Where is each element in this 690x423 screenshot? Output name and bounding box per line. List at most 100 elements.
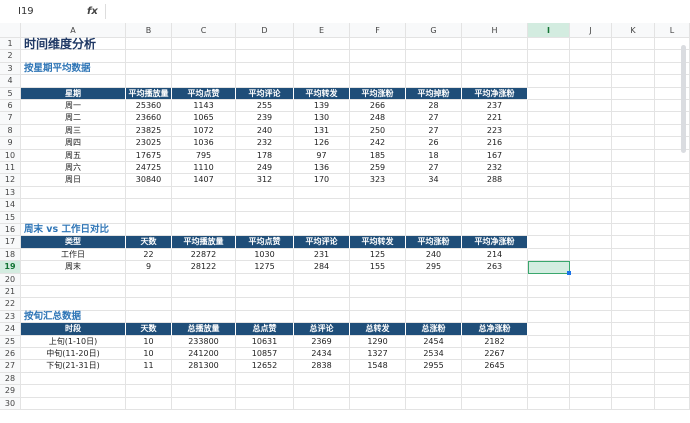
weekday-table-data-cell[interactable]: 1110 — [172, 162, 236, 175]
grid-cell[interactable] — [528, 385, 570, 398]
weekday-table-header-cell[interactable]: 平均播放量 — [126, 87, 172, 100]
row-header-10[interactable]: 10 — [0, 149, 21, 162]
row-header-18[interactable]: 18 — [0, 248, 21, 262]
grid-cell[interactable] — [462, 199, 528, 212]
weekday-table-data-cell[interactable]: 237 — [462, 100, 528, 113]
grid-cell[interactable] — [406, 211, 462, 224]
weekday-table-data-cell[interactable]: 255 — [236, 100, 294, 113]
grid-cell[interactable] — [294, 310, 350, 324]
row-header-7[interactable]: 7 — [0, 112, 21, 125]
grid-cell[interactable] — [528, 87, 570, 100]
tenday-table-data-cell[interactable]: 2838 — [294, 360, 350, 373]
weekday-table-data-cell[interactable]: 232 — [462, 162, 528, 175]
weekday-table-data-cell[interactable]: 24725 — [126, 162, 172, 175]
grid-cell[interactable] — [612, 273, 655, 286]
tenday-table-data-cell[interactable]: 11 — [126, 360, 172, 373]
weekend-table-header-cell[interactable]: 平均点赞 — [236, 236, 294, 249]
row-header-1[interactable]: 1 — [0, 38, 21, 51]
tenday-table-data-cell[interactable]: 下旬(21-31日) — [21, 360, 126, 373]
grid-cell[interactable] — [350, 273, 406, 286]
grid-cell[interactable] — [406, 75, 462, 88]
fill-handle[interactable] — [567, 270, 571, 275]
grid-cell[interactable] — [462, 50, 528, 63]
grid-cell[interactable] — [294, 372, 350, 386]
weekend-table-data-cell[interactable]: 工作日 — [21, 248, 126, 262]
grid-cell[interactable] — [655, 211, 690, 224]
column-header-k[interactable]: K — [612, 23, 655, 38]
tenday-table-data-cell[interactable]: 10631 — [236, 335, 294, 348]
grid-cell[interactable] — [126, 273, 172, 286]
grid-cell[interactable] — [570, 385, 612, 398]
grid-cell[interactable] — [462, 385, 528, 398]
grid-cell[interactable] — [350, 298, 406, 311]
grid-cell[interactable] — [236, 186, 294, 200]
weekday-table-data-cell[interactable]: 27 — [406, 124, 462, 138]
tenday-table-data-cell[interactable]: 10 — [126, 335, 172, 348]
grid-cell[interactable] — [406, 385, 462, 398]
grid-cell[interactable] — [294, 224, 350, 237]
grid-cell[interactable] — [528, 323, 570, 336]
grid-cell[interactable] — [350, 186, 406, 200]
grid-cell[interactable] — [172, 286, 236, 299]
select-all-corner[interactable] — [0, 23, 21, 38]
grid-cell[interactable] — [406, 199, 462, 212]
column-header-c[interactable]: C — [172, 23, 236, 38]
weekday-table-data-cell[interactable]: 23660 — [126, 112, 172, 125]
weekday-table-header-cell[interactable]: 平均净涨粉 — [462, 87, 528, 100]
grid-cell[interactable] — [294, 298, 350, 311]
weekday-table-data-cell[interactable]: 1065 — [172, 112, 236, 125]
grid-cell[interactable] — [612, 50, 655, 63]
weekend-table-data-cell[interactable]: 240 — [406, 248, 462, 262]
weekday-table-data-cell[interactable]: 239 — [236, 112, 294, 125]
grid-cell[interactable] — [655, 273, 690, 286]
grid-cell[interactable] — [570, 174, 612, 187]
grid-cell[interactable] — [406, 397, 462, 410]
grid-cell[interactable] — [570, 236, 612, 249]
grid-cell[interactable] — [528, 112, 570, 125]
grid-cell[interactable] — [294, 50, 350, 63]
grid-cell[interactable] — [172, 273, 236, 286]
weekend-table-data-cell[interactable]: 22872 — [172, 248, 236, 262]
grid-cell[interactable] — [570, 62, 612, 76]
grid-cell[interactable] — [528, 348, 570, 361]
weekday-table-data-cell[interactable]: 34 — [406, 174, 462, 187]
grid-cell[interactable] — [294, 286, 350, 299]
weekend-table-data-cell[interactable]: 155 — [350, 261, 406, 274]
weekday-table-data-cell[interactable]: 1072 — [172, 124, 236, 138]
weekday-table-data-cell[interactable]: 18 — [406, 149, 462, 162]
grid-cell[interactable] — [350, 286, 406, 299]
grid-cell[interactable] — [612, 62, 655, 76]
grid-cell[interactable] — [172, 298, 236, 311]
grid-cell[interactable] — [528, 286, 570, 299]
grid-cell[interactable] — [612, 348, 655, 361]
column-header-g[interactable]: G — [406, 23, 462, 38]
grid-cell[interactable] — [462, 38, 528, 51]
grid-cell[interactable] — [612, 38, 655, 51]
weekend-table-data-cell[interactable]: 28122 — [172, 261, 236, 274]
grid-cell[interactable] — [126, 298, 172, 311]
weekend-table-data-cell[interactable]: 22 — [126, 248, 172, 262]
weekday-table-data-cell[interactable]: 130 — [294, 112, 350, 125]
grid-cell[interactable] — [570, 124, 612, 138]
grid-cell[interactable] — [462, 224, 528, 237]
grid-cell[interactable] — [21, 385, 126, 398]
grid-cell[interactable] — [236, 224, 294, 237]
grid-cell[interactable] — [528, 199, 570, 212]
grid-cell[interactable] — [528, 397, 570, 410]
grid-cell[interactable] — [612, 75, 655, 88]
name-box[interactable]: I19 — [6, 3, 76, 20]
weekday-table-data-cell[interactable]: 周一 — [21, 100, 126, 113]
weekday-table-data-cell[interactable]: 25360 — [126, 100, 172, 113]
grid-cell[interactable] — [21, 298, 126, 311]
grid-cell[interactable] — [612, 174, 655, 187]
grid-cell[interactable] — [126, 50, 172, 63]
grid-cell[interactable] — [528, 372, 570, 386]
grid-cell[interactable] — [294, 186, 350, 200]
grid-cell[interactable] — [406, 286, 462, 299]
row-header-8[interactable]: 8 — [0, 124, 21, 138]
grid-cell[interactable] — [406, 50, 462, 63]
grid-cell[interactable] — [570, 348, 612, 361]
section-heading-tenday[interactable]: 按旬汇总数据 — [21, 311, 236, 324]
grid-cell[interactable] — [528, 50, 570, 63]
grid-cell[interactable] — [172, 211, 236, 224]
